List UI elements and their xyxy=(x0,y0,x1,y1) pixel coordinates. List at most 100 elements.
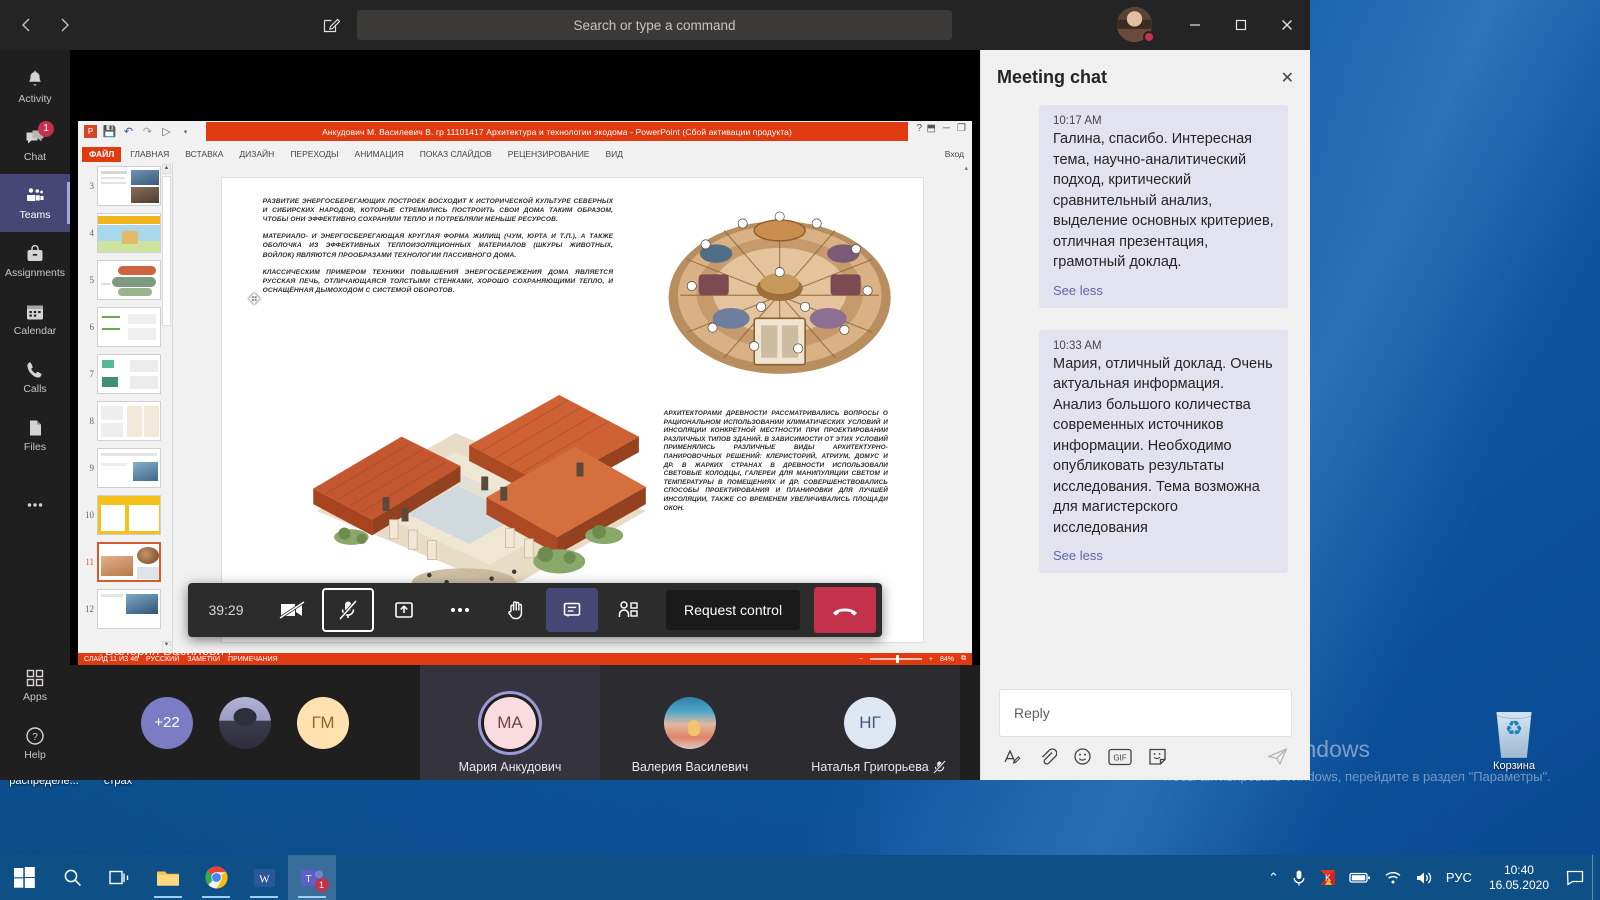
emoji-icon[interactable] xyxy=(1073,747,1092,766)
sidebar-item-chat[interactable]: 1 Chat xyxy=(0,116,70,174)
tab-design[interactable]: ДИЗАЙН xyxy=(232,147,281,162)
save-icon[interactable]: 💾 xyxy=(103,125,117,138)
tab-animation[interactable]: АНИМАЦИЯ xyxy=(348,147,411,162)
participant-tile-maria[interactable]: МА Мария Анкудович xyxy=(420,665,600,780)
taskbar-app-chrome[interactable] xyxy=(192,855,240,900)
format-icon[interactable] xyxy=(1003,747,1022,766)
powerpoint-help-button[interactable]: ? xyxy=(916,123,922,134)
forward-button[interactable] xyxy=(48,9,80,41)
sidebar-item-help[interactable]: ? Help xyxy=(0,714,70,772)
thumbnail-6[interactable]: 6 xyxy=(78,303,172,350)
powerpoint-minimize-button[interactable]: ─ xyxy=(943,123,950,134)
sidebar-item-more[interactable] xyxy=(0,476,70,534)
see-less-link[interactable]: See less xyxy=(1053,548,1274,563)
sidebar-item-calendar[interactable]: Calendar xyxy=(0,290,70,348)
close-icon[interactable]: ✕ xyxy=(1281,68,1294,88)
sticker-icon[interactable] xyxy=(1148,747,1167,766)
kaspersky-icon[interactable]: K xyxy=(1319,869,1336,886)
slide-pane-collapse-icon[interactable]: ▴ xyxy=(964,164,968,172)
attach-icon[interactable] xyxy=(1038,747,1057,766)
zoom-level[interactable]: 84% xyxy=(940,656,954,663)
language-indicator[interactable]: РУС xyxy=(1446,870,1472,885)
zoom-in-icon[interactable]: + xyxy=(929,656,933,663)
slide-editing-area[interactable]: Развитие энергосберегающих построек восх… xyxy=(174,162,972,653)
minimize-button[interactable] xyxy=(1172,0,1218,50)
taskbar-app-teams[interactable]: T 1 xyxy=(288,855,336,900)
request-control-button[interactable]: Request control xyxy=(666,590,801,630)
thumbnail-8[interactable]: 8 xyxy=(78,397,172,444)
start-slideshow-icon[interactable]: ▷ xyxy=(160,125,173,138)
tab-review[interactable]: РЕЦЕНЗИРОВАНИЕ xyxy=(501,147,597,162)
participant-tile-valeria[interactable]: Валерия Василевич xyxy=(600,665,780,780)
participant-tile-natalia[interactable]: НГ Наталья Григорьева xyxy=(780,665,960,780)
show-desktop-button[interactable] xyxy=(1592,855,1600,900)
taskbar-app-word[interactable]: W xyxy=(240,855,288,900)
tab-transitions[interactable]: ПЕРЕХОДЫ xyxy=(283,147,345,162)
thumbnail-10[interactable]: 10 xyxy=(78,491,172,538)
zoom-out-icon[interactable]: − xyxy=(859,656,863,663)
scrollbar-thumb[interactable] xyxy=(162,176,171,326)
overflow-participants-tile[interactable]: +22 ГМ xyxy=(70,665,420,780)
thumbnail-9[interactable]: 9 xyxy=(78,444,172,491)
tab-slideshow[interactable]: ПОКАЗ СЛАЙДОВ xyxy=(413,147,499,162)
taskbar-app-file-explorer[interactable] xyxy=(144,855,192,900)
fit-to-window-icon[interactable]: ⧉ xyxy=(961,655,966,663)
share-screen-button[interactable] xyxy=(378,588,430,632)
search-input[interactable]: Search or type a command xyxy=(357,10,952,40)
search-button[interactable] xyxy=(48,855,96,900)
hang-up-button[interactable] xyxy=(814,587,877,633)
giphy-icon[interactable]: GIF xyxy=(1108,748,1132,766)
see-less-link[interactable]: See less xyxy=(1053,283,1274,298)
volume-icon[interactable] xyxy=(1415,870,1433,886)
scroll-up-icon[interactable]: ▲ xyxy=(162,164,171,174)
maximize-button[interactable] xyxy=(1218,0,1264,50)
back-button[interactable] xyxy=(10,9,42,41)
raise-hand-button[interactable] xyxy=(490,588,542,632)
notifications-icon[interactable] xyxy=(1566,870,1584,886)
sidebar-item-apps[interactable]: Apps xyxy=(0,656,70,714)
tab-home[interactable]: ГЛАВНАЯ xyxy=(123,147,176,162)
clock[interactable]: 10:40 16.05.2020 xyxy=(1485,863,1553,893)
comments-button[interactable]: ПРИМЕЧАНИЯ xyxy=(228,656,278,663)
microphone-toggle-button[interactable] xyxy=(322,588,374,632)
microphone-icon[interactable] xyxy=(1292,869,1306,887)
tray-chevron-icon[interactable]: ⌃ xyxy=(1268,870,1279,886)
undo-icon[interactable]: ↶ xyxy=(122,125,135,138)
close-button[interactable] xyxy=(1264,0,1310,50)
more-options-button[interactable] xyxy=(434,588,486,632)
powerpoint-ribbon-options-button[interactable]: ⬒ xyxy=(927,123,936,134)
new-chat-button[interactable] xyxy=(315,9,347,41)
send-icon[interactable] xyxy=(1267,747,1288,766)
thumbnail-11[interactable]: 11 xyxy=(78,538,172,585)
sidebar-item-calls[interactable]: Calls xyxy=(0,348,70,406)
thumbnail-3[interactable]: 3 xyxy=(78,162,172,209)
sidebar-item-assignments[interactable]: Assignments xyxy=(0,232,70,290)
thumbnail-5[interactable]: 5 xyxy=(78,256,172,303)
start-button[interactable] xyxy=(0,855,48,900)
sidebar-item-files[interactable]: Files xyxy=(0,406,70,464)
battery-icon[interactable] xyxy=(1349,871,1371,884)
tab-view[interactable]: ВИД xyxy=(598,147,630,162)
redo-icon[interactable]: ↷ xyxy=(141,125,154,138)
powerpoint-signin-link[interactable]: Вход xyxy=(945,149,964,159)
sidebar-item-teams[interactable]: Teams xyxy=(0,174,70,232)
chat-message-list[interactable]: 10:17 AM Галина, спасибо. Интересная тем… xyxy=(981,105,1310,689)
powerpoint-restore-button[interactable]: ❐ xyxy=(957,123,966,134)
show-participants-button[interactable] xyxy=(602,588,654,632)
zoom-slider[interactable] xyxy=(869,655,922,663)
thumbnail-12[interactable]: 12 xyxy=(78,585,172,632)
recycle-bin-icon[interactable]: Корзина xyxy=(1466,712,1562,773)
current-slide[interactable]: Развитие энергосберегающих построек восх… xyxy=(221,177,924,643)
thumbnail-scrollbar[interactable]: ▲ ▼ xyxy=(162,164,171,651)
show-conversation-button[interactable] xyxy=(546,588,598,632)
thumbnail-4[interactable]: 4 xyxy=(78,209,172,256)
tab-insert[interactable]: ВСТАВКА xyxy=(178,147,230,162)
wifi-icon[interactable] xyxy=(1384,870,1402,885)
tab-file[interactable]: ФАЙЛ xyxy=(82,147,122,162)
reply-input[interactable]: Reply xyxy=(999,689,1292,737)
thumbnail-7[interactable]: 7 xyxy=(78,350,172,397)
task-view-button[interactable] xyxy=(96,855,144,900)
slide-thumbnail-pane[interactable]: 3 4 5 6 7 8 9 10 11 12 ▲ ▼ xyxy=(78,162,173,653)
sidebar-item-activity[interactable]: Activity xyxy=(0,58,70,116)
customize-qat-icon[interactable]: ▾ xyxy=(179,125,192,138)
